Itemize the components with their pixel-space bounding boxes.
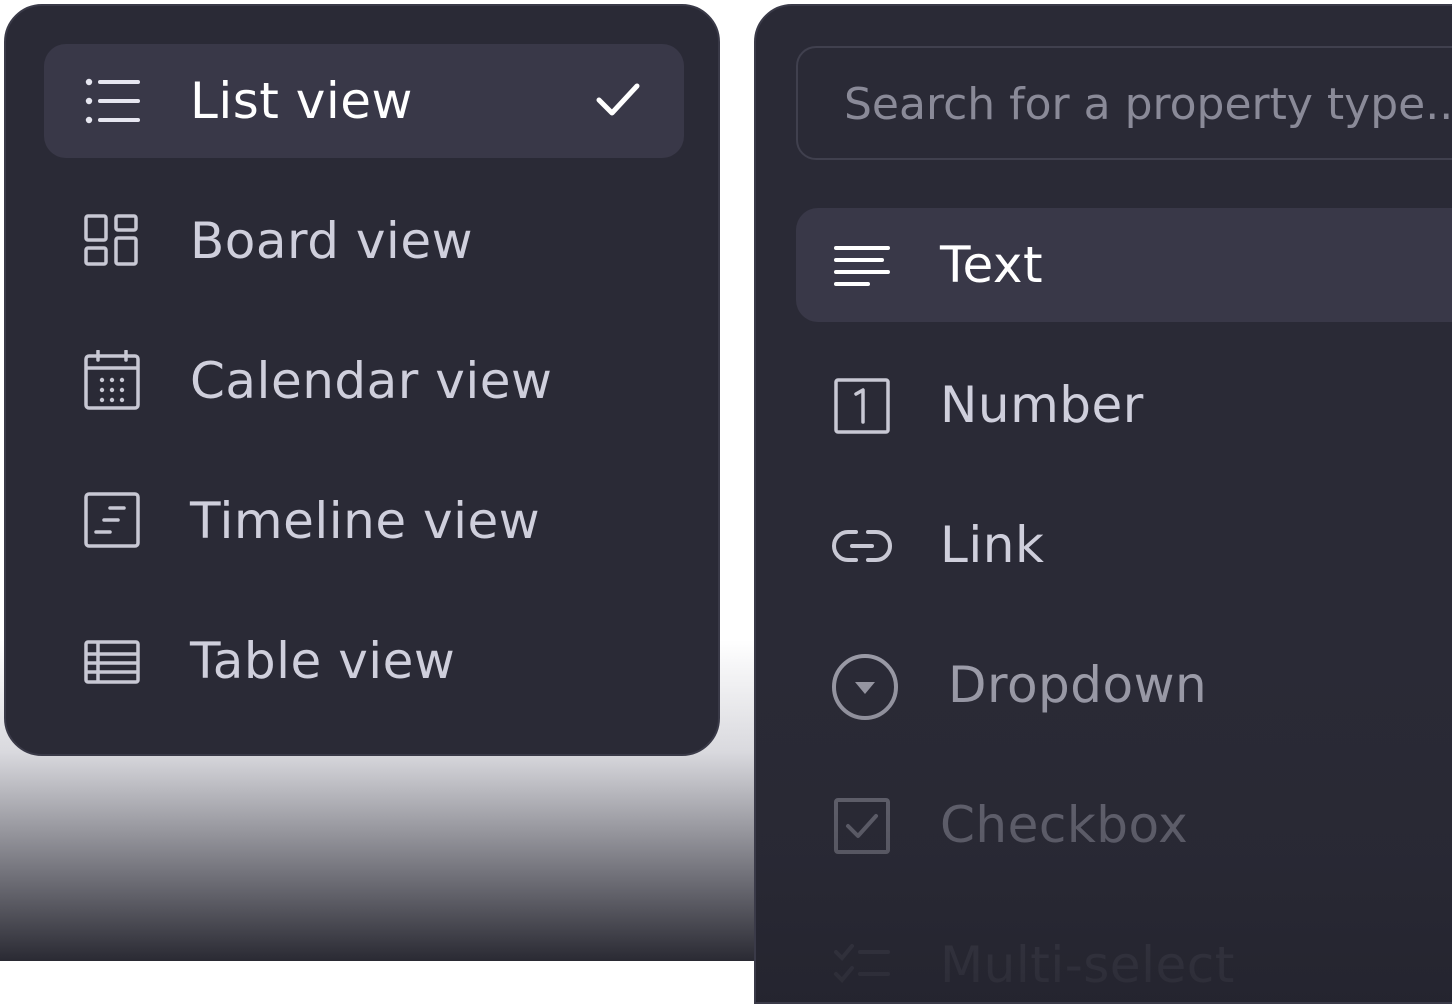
board-icon: [84, 214, 138, 266]
menu-item-label: Timeline view: [190, 492, 541, 550]
checkbox-icon: [834, 798, 890, 854]
menu-item-label: Table view: [190, 632, 456, 690]
checkmark-icon: [596, 83, 640, 116]
property-item-label: Text: [940, 236, 1044, 294]
dropdown-icon: [832, 654, 898, 720]
link-icon: [832, 530, 892, 562]
menu-item-label: List view: [190, 72, 413, 130]
calendar-icon: [84, 350, 140, 410]
property-type-menu: Text Number Link Dropdown: [754, 4, 1452, 1004]
multi-select-icon: [834, 944, 890, 983]
property-item-label: Dropdown: [948, 656, 1208, 714]
property-item-number[interactable]: Number: [796, 348, 1452, 462]
menu-item-label: Board view: [190, 212, 473, 270]
table-icon: [84, 640, 140, 684]
menu-item-calendar-view[interactable]: Calendar view: [44, 324, 684, 438]
property-item-label: Checkbox: [940, 796, 1189, 854]
property-item-label: Number: [940, 376, 1144, 434]
view-switcher-menu: List view Board view Calendar view Timel…: [4, 4, 720, 756]
menu-item-list-view[interactable]: List view: [44, 44, 684, 158]
property-item-label: Link: [940, 516, 1045, 574]
property-item-text[interactable]: Text: [796, 208, 1452, 322]
property-item-checkbox[interactable]: Checkbox: [796, 768, 1452, 882]
text-icon: [834, 246, 890, 286]
property-item-multi-select[interactable]: Multi-select: [796, 908, 1452, 1002]
menu-item-timeline-view[interactable]: Timeline view: [44, 464, 684, 578]
property-item-dropdown[interactable]: Dropdown: [796, 628, 1452, 742]
property-item-link[interactable]: Link: [796, 488, 1452, 602]
search-input[interactable]: [842, 72, 1452, 136]
property-item-label: Multi-select: [940, 936, 1235, 994]
timeline-icon: [84, 492, 140, 548]
menu-item-label: Calendar view: [190, 352, 553, 410]
menu-item-table-view[interactable]: Table view: [44, 604, 684, 718]
number-icon: [834, 378, 890, 434]
menu-item-board-view[interactable]: Board view: [44, 184, 684, 298]
search-field[interactable]: [796, 46, 1452, 160]
list-icon: [85, 78, 140, 124]
